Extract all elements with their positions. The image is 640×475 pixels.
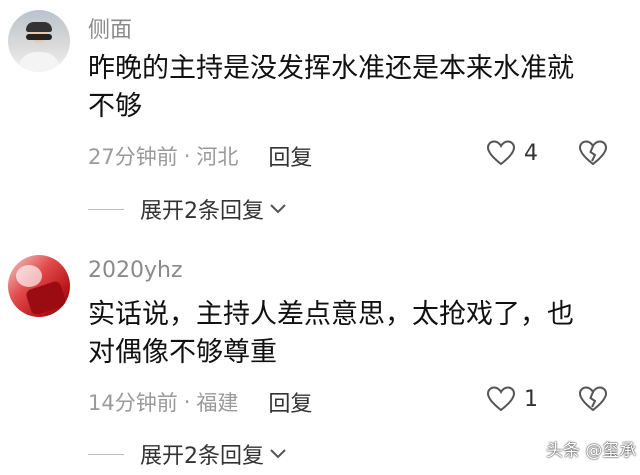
location: 河北 <box>196 145 239 169</box>
chevron-down-icon <box>270 204 286 214</box>
username[interactable]: 2020yhz <box>88 258 183 283</box>
broken-heart-icon[interactable] <box>578 139 608 167</box>
comment-text-line: 不够 <box>88 91 142 122</box>
timestamp: 14分钟前 <box>88 391 178 415</box>
heart-icon <box>486 140 516 166</box>
broken-heart-icon[interactable] <box>578 385 608 413</box>
comment-meta: 27分钟前 · 河北 回复 <box>88 140 312 172</box>
expand-replies-button[interactable]: 展开2条回复 <box>88 193 288 225</box>
heart-icon <box>486 386 516 412</box>
avatar-shirt <box>18 52 60 72</box>
avatar-glasses <box>26 34 52 40</box>
expand-replies-label: 展开2条回复 <box>140 444 264 469</box>
timestamp: 27分钟前 <box>88 145 178 169</box>
location: 福建 <box>196 391 239 415</box>
avatar-highlight <box>16 265 42 287</box>
comment-text: 实话说，主持人差点意思，太抢戏了，也 对偶像不够尊重 <box>88 296 608 372</box>
divider-line <box>88 453 124 455</box>
avatar[interactable] <box>8 255 70 317</box>
reply-button[interactable]: 回复 <box>268 140 312 172</box>
like-button[interactable]: 1 <box>486 385 538 413</box>
meta-separator: · <box>183 144 191 168</box>
like-count: 4 <box>524 140 538 166</box>
avatar[interactable] <box>8 10 70 72</box>
comment-text: 昨晚的主持是没发挥水准还是本来水准就 不够 <box>88 50 608 126</box>
comment-meta: 14分钟前 · 福建 回复 <box>88 386 312 418</box>
expand-replies-button[interactable]: 展开2条回复 <box>88 438 288 470</box>
meta-separator: · <box>183 390 191 414</box>
comment-text-line: 对偶像不够尊重 <box>88 337 277 368</box>
like-button[interactable]: 4 <box>486 139 538 167</box>
like-count: 1 <box>524 386 538 412</box>
reply-button[interactable]: 回复 <box>268 386 312 418</box>
comment-text-line: 实话说，主持人差点意思，太抢戏了，也 <box>88 299 574 330</box>
username[interactable]: 侧面 <box>88 12 132 44</box>
divider-line <box>88 208 124 210</box>
avatar-hair <box>26 22 52 32</box>
expand-replies-label: 展开2条回复 <box>140 199 264 224</box>
watermark: 头条 @玺承 <box>546 441 637 461</box>
chevron-down-icon <box>270 449 286 459</box>
comment-text-line: 昨晚的主持是没发挥水准还是本来水准就 <box>88 53 574 84</box>
